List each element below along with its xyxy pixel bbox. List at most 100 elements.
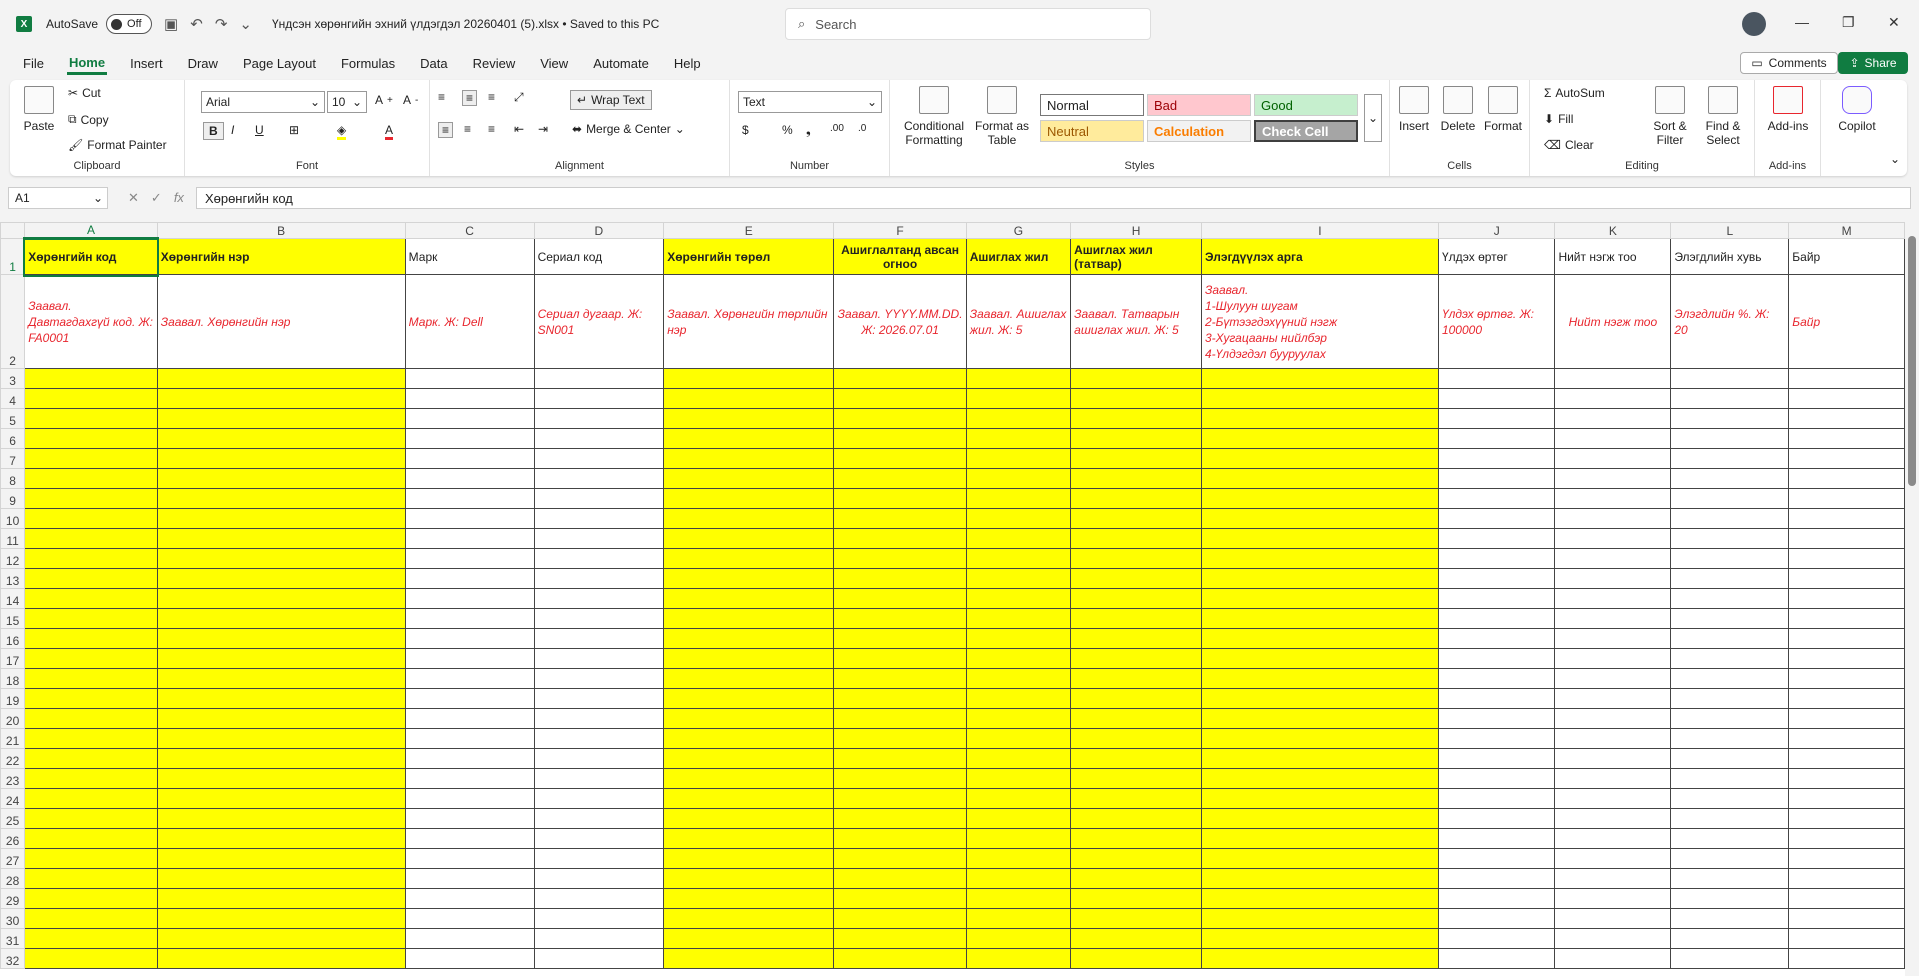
data-cell[interactable]: [1200, 628, 1439, 649]
data-cell[interactable]: [1437, 448, 1556, 469]
data-cell[interactable]: [663, 468, 835, 489]
column-header-k[interactable]: K: [1554, 222, 1672, 239]
tab-insert[interactable]: Insert: [128, 52, 165, 75]
format-painter-button[interactable]: 🖌 Format Painter: [68, 138, 167, 152]
data-cell[interactable]: [1437, 388, 1556, 409]
data-cell[interactable]: [663, 548, 835, 569]
style-calculation[interactable]: Calculation: [1147, 120, 1251, 142]
data-cell[interactable]: [156, 428, 406, 449]
data-cell[interactable]: [965, 368, 1072, 389]
data-cell[interactable]: [156, 748, 406, 769]
data-cell[interactable]: [404, 388, 535, 409]
data-cell[interactable]: [1070, 548, 1202, 569]
data-cell[interactable]: [404, 808, 535, 829]
data-cell[interactable]: [1670, 608, 1790, 629]
data-cell[interactable]: [533, 828, 665, 849]
data-cell[interactable]: [1070, 388, 1202, 409]
data-cell[interactable]: [24, 488, 158, 509]
data-cell[interactable]: [833, 928, 967, 949]
data-cell[interactable]: [24, 848, 158, 869]
data-cell[interactable]: [24, 808, 158, 829]
align-left-icon[interactable]: ≡: [438, 122, 454, 138]
data-cell[interactable]: [663, 648, 835, 669]
header-cell[interactable]: Хөрөнгийн төрөл: [663, 238, 835, 275]
data-cell[interactable]: [156, 568, 406, 589]
data-cell[interactable]: [1200, 508, 1439, 529]
data-cell[interactable]: [533, 468, 665, 489]
align-top-icon[interactable]: ≡: [438, 90, 445, 104]
data-cell[interactable]: [663, 668, 835, 689]
data-cell[interactable]: [1554, 508, 1672, 529]
data-cell[interactable]: [1554, 368, 1672, 389]
data-cell[interactable]: [156, 588, 406, 609]
autosave-toggle[interactable]: Off: [106, 14, 153, 34]
data-cell[interactable]: [24, 868, 158, 889]
header-cell[interactable]: Хөрөнгийн нэр: [156, 238, 406, 275]
data-cell[interactable]: [404, 648, 535, 669]
currency-icon[interactable]: $: [742, 123, 749, 137]
data-cell[interactable]: [24, 408, 158, 429]
data-cell[interactable]: [404, 788, 535, 809]
data-cell[interactable]: [1200, 548, 1439, 569]
delete-cells-button[interactable]: Delete: [1438, 86, 1478, 133]
data-cell[interactable]: [1200, 868, 1439, 889]
save-icon[interactable]: ▣: [164, 15, 178, 33]
data-cell[interactable]: [404, 408, 535, 429]
data-cell[interactable]: [1200, 708, 1439, 729]
data-cell[interactable]: [1788, 808, 1905, 829]
data-cell[interactable]: [833, 528, 967, 549]
data-cell[interactable]: [1070, 848, 1202, 869]
column-header-j[interactable]: J: [1437, 222, 1556, 239]
data-cell[interactable]: [404, 428, 535, 449]
data-cell[interactable]: [1070, 488, 1202, 509]
data-cell[interactable]: [24, 948, 158, 969]
data-cell[interactable]: [965, 448, 1072, 469]
data-cell[interactable]: [1070, 948, 1202, 969]
data-cell[interactable]: [965, 528, 1072, 549]
data-cell[interactable]: [833, 688, 967, 709]
data-cell[interactable]: [833, 548, 967, 569]
data-cell[interactable]: [1554, 468, 1672, 489]
column-header-c[interactable]: C: [404, 222, 535, 239]
row-header[interactable]: 22: [0, 748, 26, 769]
data-cell[interactable]: [156, 388, 406, 409]
data-cell[interactable]: [404, 448, 535, 469]
data-cell[interactable]: [965, 708, 1072, 729]
data-cell[interactable]: [833, 868, 967, 889]
data-cell[interactable]: [663, 868, 835, 889]
data-cell[interactable]: [1670, 568, 1790, 589]
data-cell[interactable]: [833, 488, 967, 509]
data-cell[interactable]: [1070, 588, 1202, 609]
data-cell[interactable]: [404, 488, 535, 509]
row-header[interactable]: 31: [0, 928, 26, 949]
hint-cell[interactable]: Заавал. Ашиглах жил. Ж: 5: [965, 274, 1072, 369]
data-cell[interactable]: [24, 768, 158, 789]
data-cell[interactable]: [1670, 428, 1790, 449]
data-cell[interactable]: [965, 408, 1072, 429]
data-cell[interactable]: [24, 888, 158, 909]
grow-font-icon[interactable]: A +: [375, 93, 393, 107]
data-cell[interactable]: [1788, 588, 1905, 609]
data-cell[interactable]: [1670, 548, 1790, 569]
data-cell[interactable]: [1670, 488, 1790, 509]
data-cell[interactable]: [1200, 788, 1439, 809]
data-cell[interactable]: [1070, 428, 1202, 449]
data-cell[interactable]: [1437, 748, 1556, 769]
increase-indent-icon[interactable]: ⇥: [538, 122, 548, 136]
data-cell[interactable]: [533, 788, 665, 809]
data-cell[interactable]: [663, 628, 835, 649]
data-cell[interactable]: [1788, 928, 1905, 949]
hint-cell[interactable]: Заавал. YYYY.MM.DD. Ж: 2026.07.01: [833, 274, 967, 369]
data-cell[interactable]: [24, 428, 158, 449]
data-cell[interactable]: [965, 488, 1072, 509]
data-cell[interactable]: [1200, 408, 1439, 429]
column-header-d[interactable]: D: [533, 222, 665, 239]
row-header[interactable]: 8: [0, 468, 26, 489]
data-cell[interactable]: [1788, 688, 1905, 709]
column-header-a[interactable]: A: [24, 222, 158, 240]
data-cell[interactable]: [404, 628, 535, 649]
data-cell[interactable]: [1554, 568, 1672, 589]
data-cell[interactable]: [965, 568, 1072, 589]
data-cell[interactable]: [156, 948, 406, 969]
data-cell[interactable]: [1437, 828, 1556, 849]
